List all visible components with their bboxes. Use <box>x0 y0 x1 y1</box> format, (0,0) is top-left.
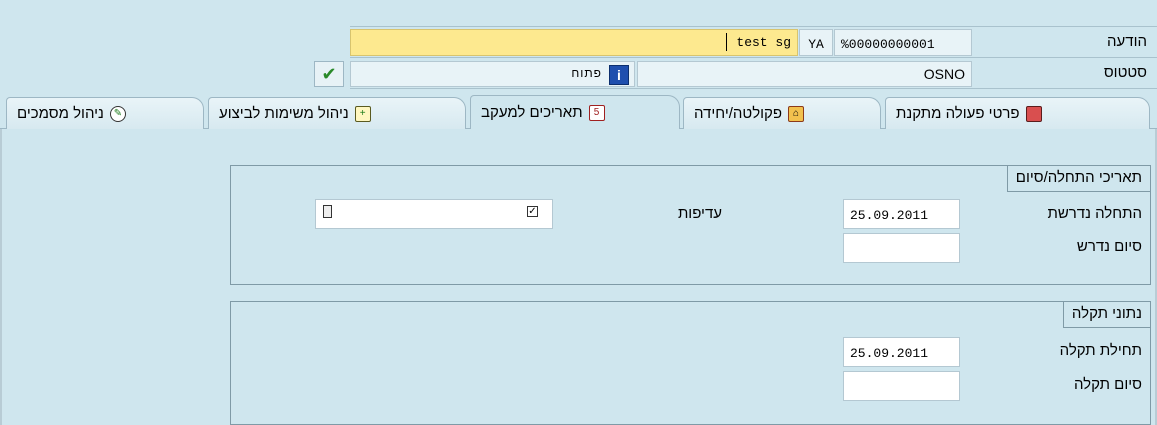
tab-label: ניהול משימות לביצוע <box>219 105 349 122</box>
priority-select[interactable]: ✓ <box>315 199 553 229</box>
clipboard-icon[interactable] <box>323 205 332 218</box>
required-start-label: התחלה נדרשת <box>1047 205 1142 222</box>
calendar-icon: 5 <box>588 104 605 121</box>
header-row-separator <box>350 57 1157 58</box>
task-list-icon: + <box>354 105 371 122</box>
required-end-date-input[interactable] <box>843 233 960 263</box>
tab-label: פקולטה/יחידה <box>694 105 783 122</box>
status-text-field[interactable]: פתוח i <box>350 61 635 87</box>
tab-faculty-unit[interactable]: ⌂ פקולטה/יחידה <box>683 97 881 129</box>
status-label: סטטוס <box>1103 64 1147 81</box>
window-left-edge <box>0 129 2 425</box>
dates-group-title: תאריכי התחלה/סיום <box>1006 166 1150 192</box>
message-number-value: %00000000001 <box>841 37 935 52</box>
required-end-label: סיום נדרש <box>1076 238 1142 255</box>
message-label: הודעה <box>1107 33 1147 50</box>
message-type-value: YA <box>808 37 824 52</box>
tab-label: פרטי פעולה מתקנת <box>896 105 1020 122</box>
status-code-value: OSNO <box>923 66 965 82</box>
fault-start-date-value: 25.09.2011 <box>850 346 929 361</box>
required-start-date-input[interactable]: 25.09.2011 <box>843 199 960 229</box>
info-icon[interactable]: i <box>609 65 629 85</box>
book-icon <box>1025 105 1042 122</box>
tab-task-management[interactable]: + ניהול משימות לביצוע <box>208 97 466 129</box>
fault-data-group-box: נתוני תקלה <box>230 301 1151 425</box>
fault-end-date-input[interactable] <box>843 371 960 401</box>
fault-start-label: תחילת תקלה <box>1059 342 1142 359</box>
header-row-separator <box>350 26 1157 27</box>
priority-label: עדיפות <box>677 205 722 222</box>
fault-start-date-input[interactable]: 25.09.2011 <box>843 337 960 367</box>
required-start-date-value: 25.09.2011 <box>850 208 929 223</box>
status-text-value: פתוח <box>571 66 602 80</box>
tab-label: תאריכים למעקב <box>481 104 583 121</box>
message-description-field[interactable]: test sg <box>350 29 798 56</box>
fault-end-label: סיום תקלה <box>1073 376 1142 393</box>
message-description-value: test sg <box>736 35 791 50</box>
header-row-separator <box>350 88 1157 89</box>
tab-label: ניהול מסמכים <box>17 105 104 122</box>
priority-checkbox-icon[interactable]: ✓ <box>527 206 538 217</box>
message-type-field[interactable]: YA <box>799 29 833 56</box>
document-icon: ✎ <box>109 105 126 122</box>
checkmark-pencil-icon: ✔ <box>321 64 337 84</box>
building-icon: ⌂ <box>788 105 805 122</box>
text-cursor <box>726 33 727 51</box>
tab-tracking-dates[interactable]: 5 תאריכים למעקב <box>470 95 680 129</box>
fault-data-group-title: נתוני תקלה <box>1062 302 1150 328</box>
status-change-button[interactable]: ✔ <box>314 61 344 87</box>
status-code-field[interactable]: OSNO <box>637 61 972 87</box>
tab-document-management[interactable]: ✎ ניהול מסמכים <box>6 97 204 129</box>
message-number-field[interactable]: %00000000001 <box>834 29 972 56</box>
tab-corrective-action-details[interactable]: פרטי פעולה מתקנת <box>885 97 1150 129</box>
